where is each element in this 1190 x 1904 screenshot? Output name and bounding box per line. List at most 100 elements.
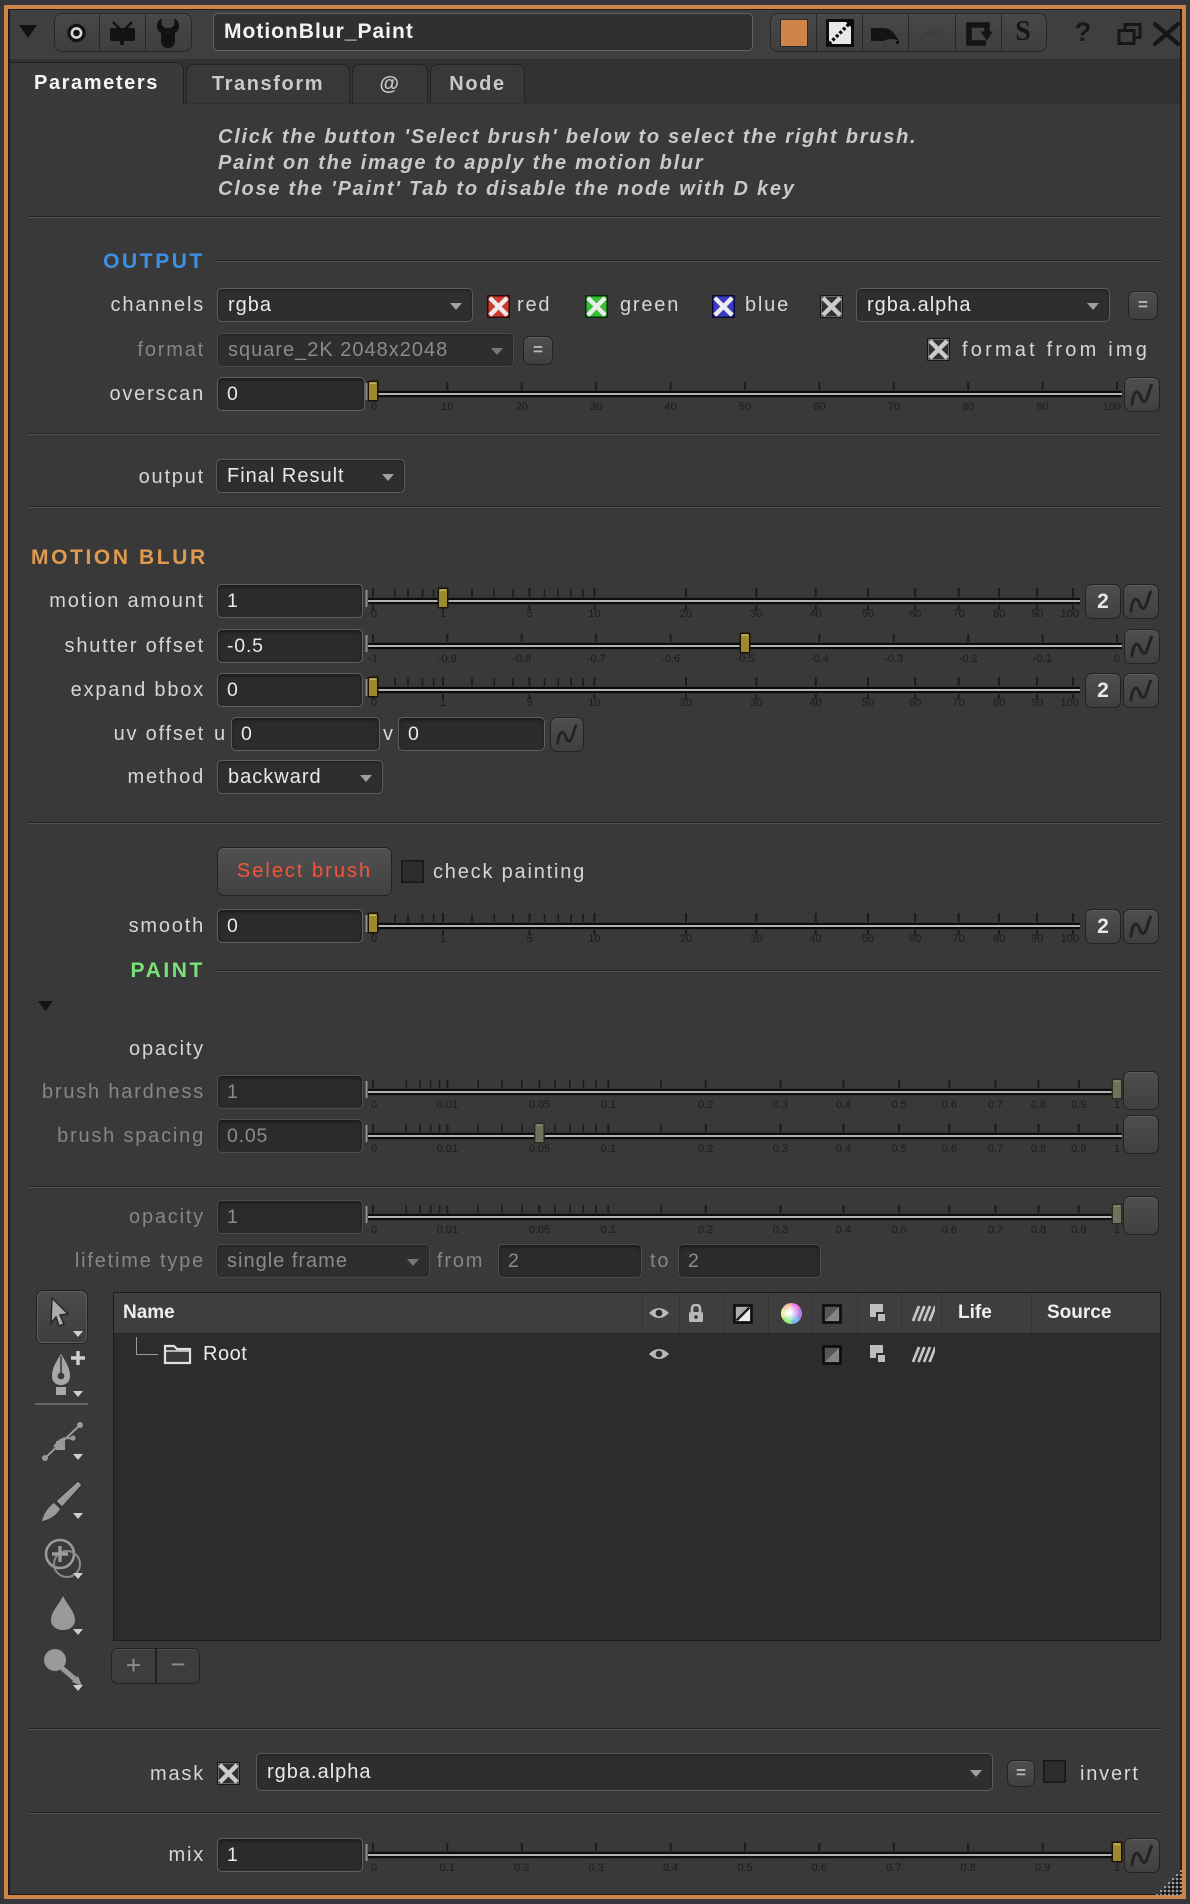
svg-text:0: 0 xyxy=(371,1862,377,1874)
svg-text:0.3: 0.3 xyxy=(773,1224,788,1236)
svg-text:70: 70 xyxy=(953,933,965,945)
svg-text:-1: -1 xyxy=(368,653,378,665)
svg-text:80: 80 xyxy=(993,933,1005,945)
svg-text:-0.7: -0.7 xyxy=(587,653,606,665)
svg-text:0: 0 xyxy=(1114,653,1120,665)
svg-text:10: 10 xyxy=(441,401,453,413)
svg-text:0.6: 0.6 xyxy=(942,1224,957,1236)
svg-text:0.9: 0.9 xyxy=(1071,1099,1086,1111)
svg-text:0: 0 xyxy=(371,1143,377,1155)
svg-text:1: 1 xyxy=(1114,1224,1120,1236)
svg-text:1: 1 xyxy=(440,933,446,945)
svg-text:20: 20 xyxy=(516,401,528,413)
svg-text:0.05: 0.05 xyxy=(529,1143,550,1155)
svg-text:10: 10 xyxy=(588,608,600,620)
svg-text:20: 20 xyxy=(680,697,692,709)
svg-text:0.4: 0.4 xyxy=(663,1862,678,1874)
svg-text:0.7: 0.7 xyxy=(988,1143,1003,1155)
svg-text:10: 10 xyxy=(588,933,600,945)
svg-text:-0.6: -0.6 xyxy=(661,653,680,665)
svg-text:60: 60 xyxy=(909,608,921,620)
svg-text:70: 70 xyxy=(953,697,965,709)
svg-text:0.01: 0.01 xyxy=(437,1224,458,1236)
svg-text:0.2: 0.2 xyxy=(514,1862,529,1874)
svg-text:20: 20 xyxy=(680,608,692,620)
svg-text:80: 80 xyxy=(993,608,1005,620)
svg-text:60: 60 xyxy=(909,697,921,709)
svg-text:90: 90 xyxy=(1031,697,1043,709)
svg-text:0.1: 0.1 xyxy=(440,1862,455,1874)
svg-text:1: 1 xyxy=(1114,1862,1120,1874)
svg-text:50: 50 xyxy=(739,401,751,413)
svg-text:100: 100 xyxy=(1103,401,1121,413)
svg-text:0.6: 0.6 xyxy=(942,1143,957,1155)
svg-text:100: 100 xyxy=(1061,608,1079,620)
svg-text:20: 20 xyxy=(680,933,692,945)
svg-text:0.6: 0.6 xyxy=(812,1862,827,1874)
svg-text:90: 90 xyxy=(1031,933,1043,945)
svg-text:40: 40 xyxy=(810,697,822,709)
svg-text:5: 5 xyxy=(526,933,532,945)
svg-text:0.8: 0.8 xyxy=(1031,1143,1046,1155)
svg-text:0.9: 0.9 xyxy=(1035,1862,1050,1874)
svg-text:0.1: 0.1 xyxy=(601,1099,616,1111)
svg-text:0.3: 0.3 xyxy=(773,1143,788,1155)
svg-text:0.01: 0.01 xyxy=(437,1099,458,1111)
svg-text:40: 40 xyxy=(664,401,676,413)
svg-text:-0.5: -0.5 xyxy=(736,653,755,665)
svg-text:60: 60 xyxy=(813,401,825,413)
svg-text:40: 40 xyxy=(810,608,822,620)
svg-text:0: 0 xyxy=(371,933,377,945)
svg-text:0.8: 0.8 xyxy=(1031,1224,1046,1236)
svg-text:0.05: 0.05 xyxy=(529,1224,550,1236)
svg-text:0.5: 0.5 xyxy=(891,1099,906,1111)
svg-text:80: 80 xyxy=(962,401,974,413)
svg-text:0: 0 xyxy=(371,1224,377,1236)
svg-text:50: 50 xyxy=(862,697,874,709)
svg-text:0.8: 0.8 xyxy=(1031,1099,1046,1111)
svg-text:0.7: 0.7 xyxy=(988,1099,1003,1111)
svg-text:0.2: 0.2 xyxy=(698,1143,713,1155)
svg-text:0: 0 xyxy=(371,697,377,709)
svg-text:30: 30 xyxy=(750,608,762,620)
svg-text:0.4: 0.4 xyxy=(836,1143,851,1155)
svg-text:-0.9: -0.9 xyxy=(438,653,457,665)
svg-text:100: 100 xyxy=(1061,697,1079,709)
svg-text:0.7: 0.7 xyxy=(886,1862,901,1874)
svg-text:1: 1 xyxy=(1114,1143,1120,1155)
svg-text:0.5: 0.5 xyxy=(891,1224,906,1236)
svg-text:5: 5 xyxy=(526,608,532,620)
svg-text:0.5: 0.5 xyxy=(891,1143,906,1155)
svg-text:0.4: 0.4 xyxy=(836,1099,851,1111)
svg-text:1: 1 xyxy=(440,697,446,709)
svg-text:-0.8: -0.8 xyxy=(512,653,531,665)
svg-text:0.9: 0.9 xyxy=(1071,1143,1086,1155)
svg-text:40: 40 xyxy=(810,933,822,945)
svg-text:0.5: 0.5 xyxy=(737,1862,752,1874)
svg-text:50: 50 xyxy=(862,933,874,945)
svg-text:80: 80 xyxy=(993,697,1005,709)
svg-text:30: 30 xyxy=(750,697,762,709)
svg-text:-0.1: -0.1 xyxy=(1033,653,1052,665)
svg-text:0.7: 0.7 xyxy=(988,1224,1003,1236)
svg-text:5: 5 xyxy=(526,697,532,709)
svg-text:0.01: 0.01 xyxy=(437,1143,458,1155)
svg-text:1: 1 xyxy=(440,608,446,620)
svg-text:0.6: 0.6 xyxy=(942,1099,957,1111)
svg-text:-0.3: -0.3 xyxy=(884,653,903,665)
svg-text:70: 70 xyxy=(953,608,965,620)
svg-text:90: 90 xyxy=(1031,608,1043,620)
svg-text:-0.2: -0.2 xyxy=(959,653,978,665)
svg-text:0.2: 0.2 xyxy=(698,1099,713,1111)
svg-text:0.4: 0.4 xyxy=(836,1224,851,1236)
svg-text:-0.4: -0.4 xyxy=(810,653,829,665)
svg-text:0.9: 0.9 xyxy=(1071,1224,1086,1236)
svg-text:0.3: 0.3 xyxy=(589,1862,604,1874)
svg-text:50: 50 xyxy=(862,608,874,620)
svg-text:70: 70 xyxy=(888,401,900,413)
svg-text:30: 30 xyxy=(750,933,762,945)
svg-text:100: 100 xyxy=(1061,933,1079,945)
svg-text:0.1: 0.1 xyxy=(601,1224,616,1236)
svg-text:0.05: 0.05 xyxy=(529,1099,550,1111)
svg-text:0.3: 0.3 xyxy=(773,1099,788,1111)
